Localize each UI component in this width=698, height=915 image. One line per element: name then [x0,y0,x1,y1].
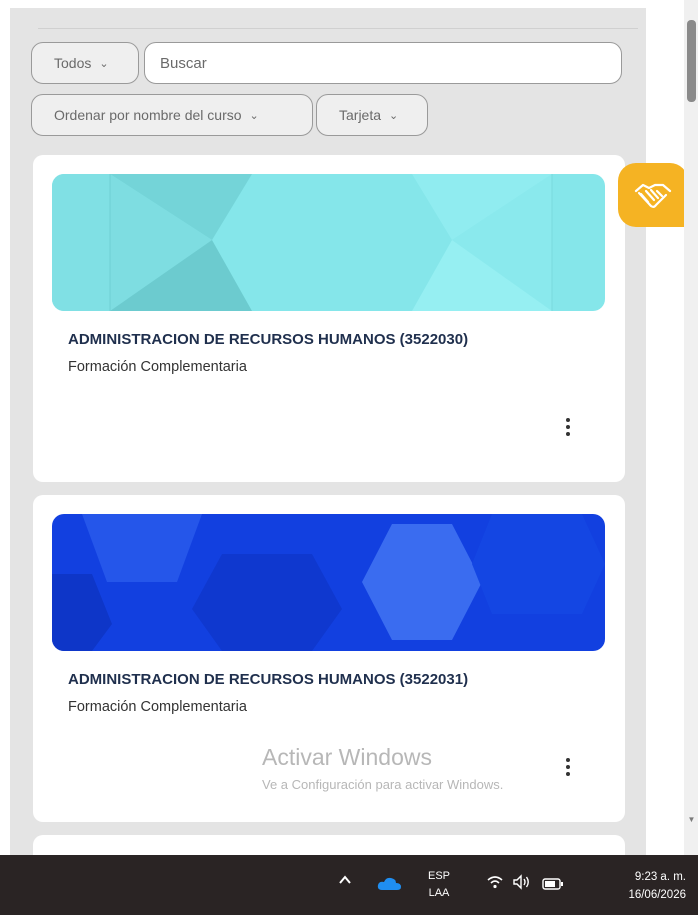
battery-icon[interactable] [542,877,564,895]
wifi-icon[interactable] [486,874,504,895]
course-banner-image[interactable] [52,514,605,651]
category-filter-label: Todos [54,55,92,71]
search-input[interactable] [144,42,622,84]
browser-viewport: Todos ⌄ Ordenar por nombre del curso ⌄ T… [0,0,698,855]
watermark-title: Activar Windows [262,744,432,770]
activate-windows-watermark: Activar Windows Ve a Configuración para … [262,744,503,792]
clock-date: 16/06/2026 [628,889,686,901]
chevron-down-icon: ⌄ [99,57,109,70]
help-button[interactable] [618,163,688,227]
chevron-down-icon: ⌄ [389,109,399,122]
chevron-down-icon: ⌄ [249,109,259,122]
input-language-indicator[interactable]: ESP LAA [426,868,452,902]
course-category: Formación Complementaria [68,359,247,375]
scroll-down-arrow-icon[interactable]: ▼ [687,815,696,824]
watermark-subtitle: Ve a Configuración para activar Windows. [262,777,504,792]
onedrive-cloud-icon[interactable] [376,876,402,897]
banner-pattern [52,514,605,651]
more-options-icon[interactable] [562,756,574,778]
keyboard-layout-code: LAA [428,887,450,899]
show-hidden-icons-chevron-icon[interactable] [338,873,352,892]
course-category: Formación Complementaria [68,699,247,715]
clock-time: 9:23 a. m. [634,871,686,883]
view-mode-dropdown[interactable]: Tarjeta ⌄ [316,94,428,136]
course-card[interactable]: ADMINISTRACION DE RECURSOS HUMANOS (3522… [33,155,625,482]
course-banner-image[interactable] [52,174,605,311]
divider [38,28,638,29]
sort-dropdown[interactable]: Ordenar por nombre del curso ⌄ [31,94,313,136]
sort-label: Ordenar por nombre del curso [54,107,242,123]
banner-pattern [52,174,553,311]
scrollbar-track[interactable] [684,0,698,855]
course-title-link[interactable]: ADMINISTRACION DE RECURSOS HUMANOS (3522… [68,331,468,348]
course-overview-panel: Todos ⌄ Ordenar por nombre del curso ⌄ T… [10,8,646,855]
volume-icon[interactable] [512,874,532,895]
system-clock[interactable]: 9:23 a. m. 16/06/2026 [594,868,686,904]
handshake-icon [634,183,672,208]
category-filter-dropdown[interactable]: Todos ⌄ [31,42,139,84]
course-title-link[interactable]: ADMINISTRACION DE RECURSOS HUMANOS (3522… [68,671,468,688]
course-card[interactable] [33,835,625,855]
scrollbar-thumb[interactable] [687,20,696,102]
windows-taskbar: ESP LAA 9:23 a. m. 16/06/2026 [0,855,698,915]
more-options-icon[interactable] [562,416,574,438]
language-code: ESP [427,870,450,882]
view-mode-label: Tarjeta [339,107,382,123]
